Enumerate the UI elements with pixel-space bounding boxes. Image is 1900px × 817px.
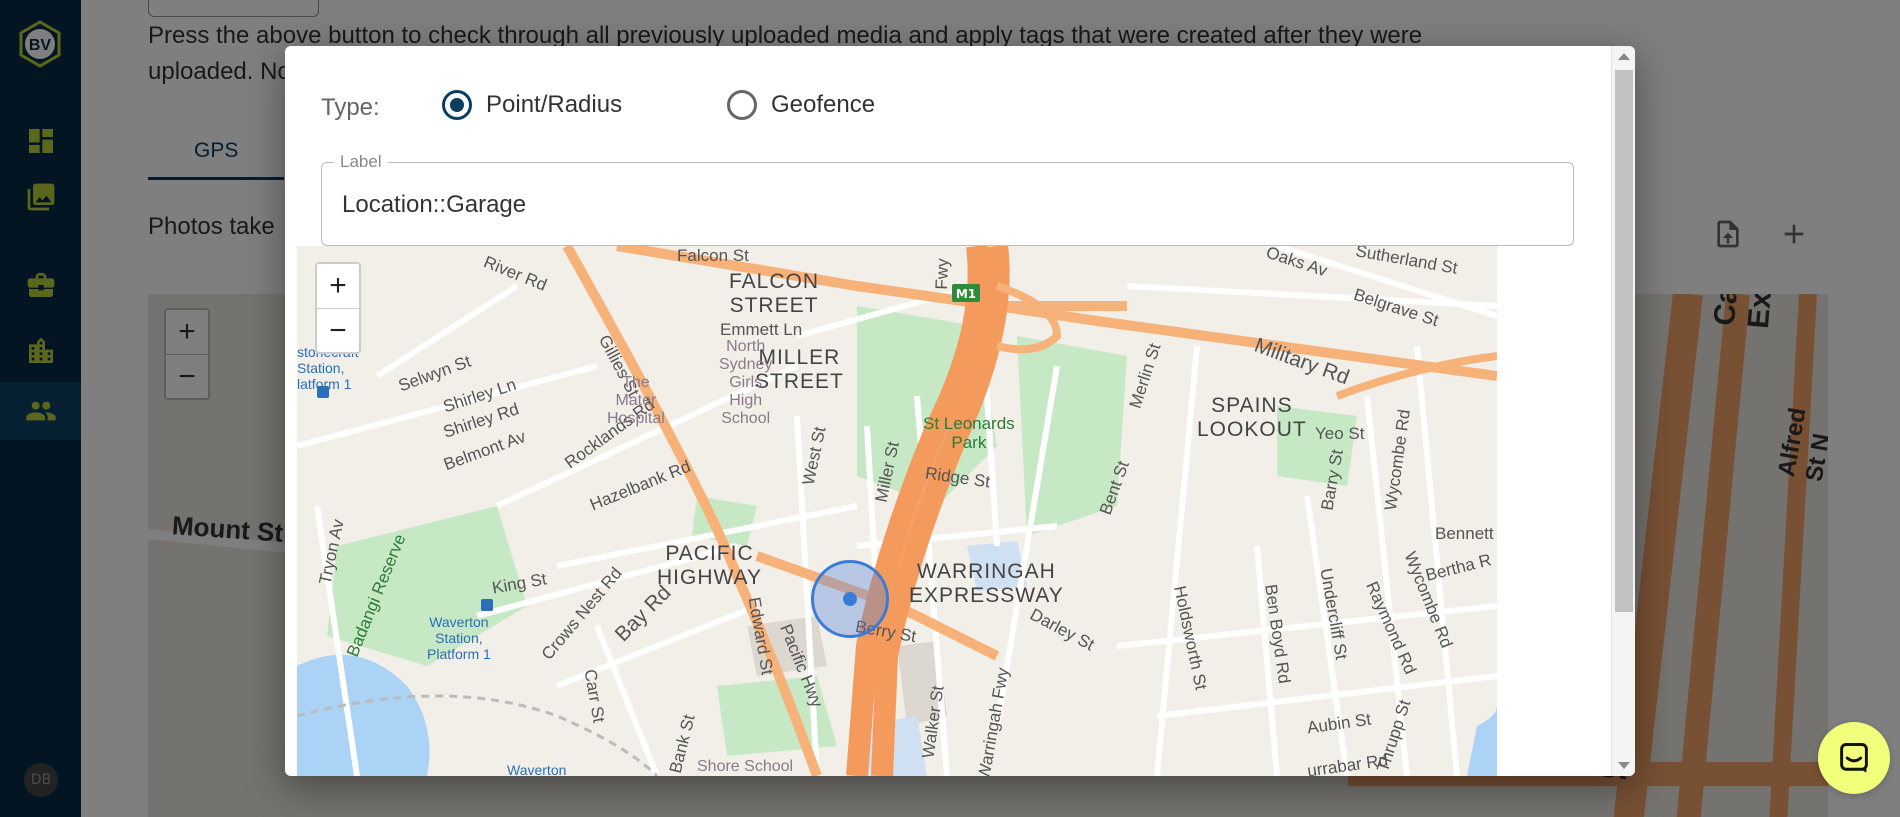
map-poi-label: North Sydney Girls High School (719, 338, 773, 427)
map-suburb-label: PACIFIC HIGHWAY (657, 542, 762, 589)
scroll-up-arrow-icon[interactable] (1618, 53, 1630, 60)
map-station-label: Waverton (507, 762, 567, 776)
location-map[interactable]: M1 + − FALCON STREET MILLER STREET SPAIN… (297, 246, 1497, 776)
zoom-in-button[interactable]: + (317, 264, 359, 308)
scrollbar-thumb[interactable] (1615, 70, 1633, 612)
scroll-down-arrow-icon[interactable] (1618, 762, 1630, 769)
radio-circle (727, 90, 757, 120)
map-suburb-label: WARRINGAH EXPRESSWAY (909, 560, 1064, 607)
svg-text:M1: M1 (956, 287, 976, 301)
map-street-label: Falcon St (677, 246, 749, 265)
radio-label: Geofence (771, 91, 876, 118)
add-location-tag-dialog: Type: Point/Radius Geofence Label Locati… (285, 46, 1635, 776)
radio-point-radius[interactable]: Point/Radius (442, 90, 622, 120)
map-park-label: St Leonards Park (923, 414, 1015, 452)
label-input[interactable] (342, 187, 1542, 223)
chat-icon (1840, 743, 1868, 773)
map-suburb-label: SPAINS LOOKOUT (1197, 394, 1307, 441)
chat-launcher-button[interactable] (1818, 722, 1890, 794)
map-tiles: M1 (297, 246, 1497, 776)
map-station-label: Waverton Station, Platform 1 (427, 614, 491, 662)
map-zoom-control: + − (315, 262, 361, 354)
location-radius-marker[interactable] (811, 560, 889, 638)
radio-circle (442, 90, 472, 120)
map-poi-label: The Mater Hospital (607, 374, 665, 427)
map-street-label: Bennett (1435, 524, 1494, 543)
type-label: Type: (321, 94, 380, 121)
radio-geofence[interactable]: Geofence (727, 90, 875, 120)
map-poi-label: Shore School (697, 758, 794, 775)
map-street-label: Fwy (932, 258, 953, 290)
map-suburb-label: FALCON STREET (729, 270, 820, 317)
zoom-out-button[interactable]: − (317, 308, 359, 352)
map-street-label: Emmett Ln (720, 320, 803, 339)
label-field: Label (321, 152, 1574, 246)
dialog-scrollbar[interactable] (1611, 46, 1635, 776)
label-field-label: Label (334, 152, 388, 172)
map-street-label: Yeo St (1315, 424, 1365, 443)
radio-label: Point/Radius (486, 91, 623, 118)
